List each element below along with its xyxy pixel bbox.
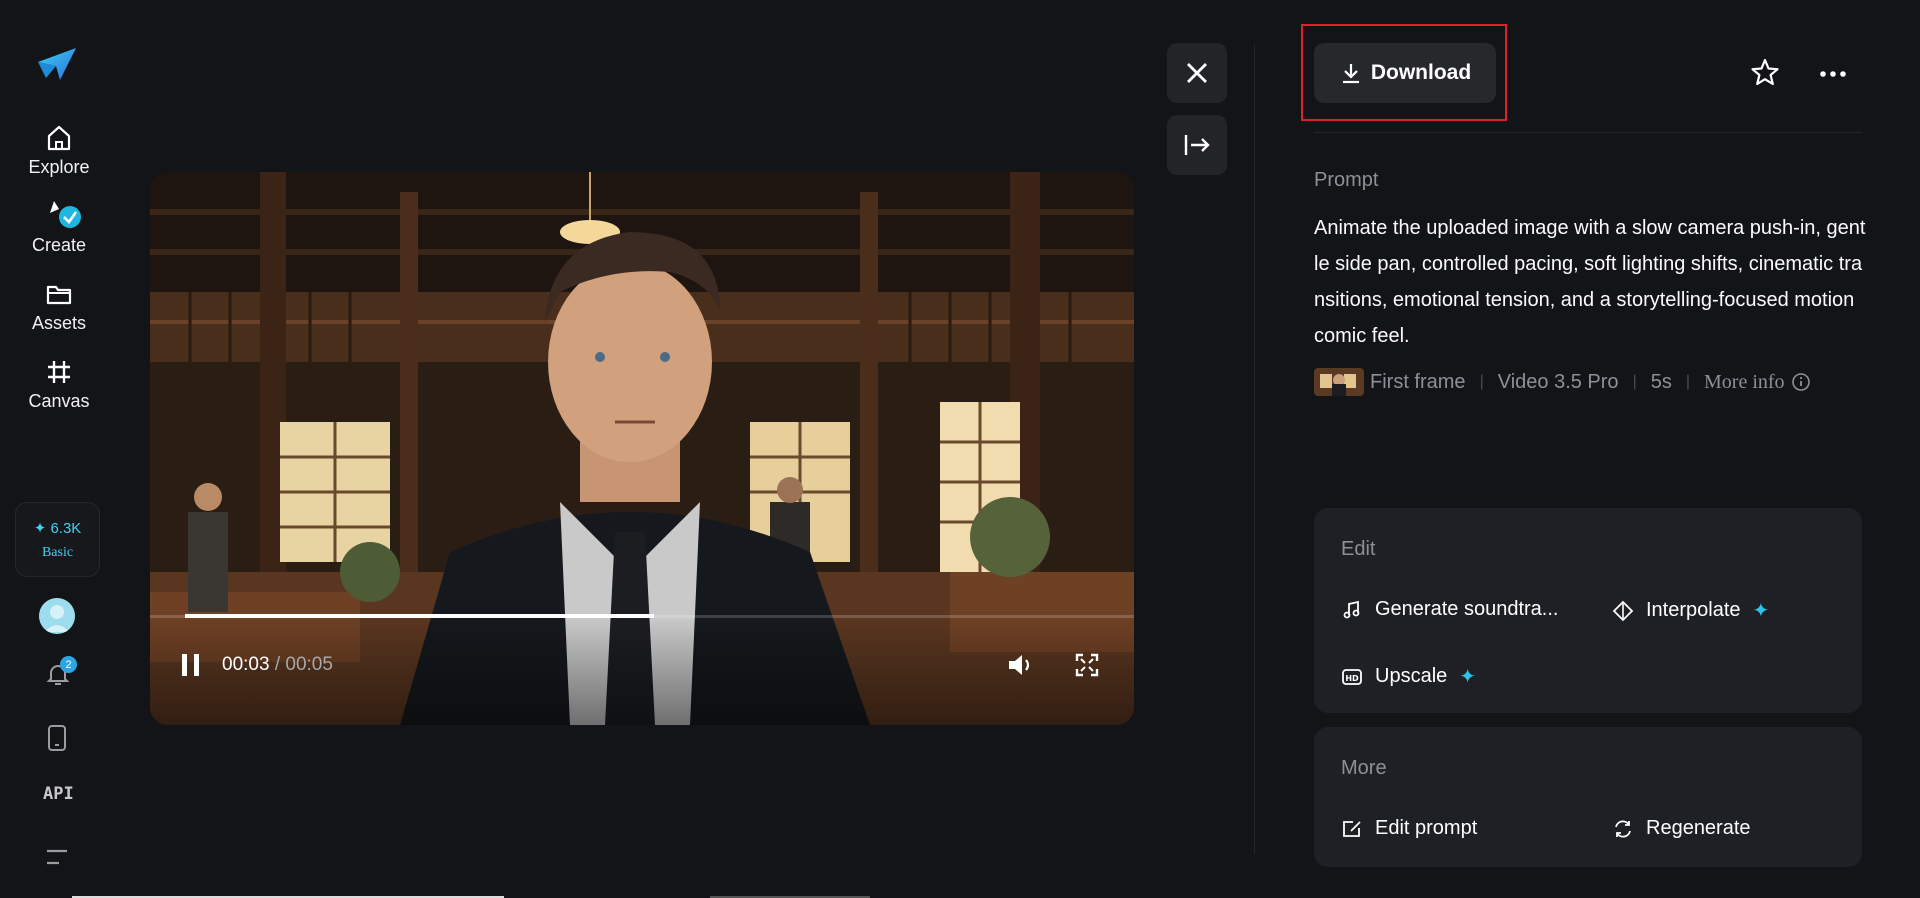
nav-create[interactable]: Create [14, 190, 104, 256]
sparkle-icon: ✦ [1752, 600, 1770, 622]
edit-prompt-label: Edit prompt [1375, 817, 1478, 839]
generation-meta: First frame | Video 3.5 Pro | 5s | More … [1314, 367, 1811, 397]
svg-text:HD: HD [1345, 674, 1359, 683]
hd-icon: HD [1342, 668, 1362, 685]
nav-assets[interactable]: Assets [14, 268, 104, 334]
generate-soundtrack-label: Generate soundtra... [1375, 598, 1559, 620]
more-card: More Edit prompt Regenerate [1314, 727, 1862, 867]
more-options-button[interactable] [1816, 60, 1850, 88]
create-icon [44, 201, 81, 231]
nav-create-label: Create [31, 235, 87, 255]
meta-separator: | [1479, 373, 1484, 390]
more-info-link[interactable]: More info [1704, 371, 1811, 394]
close-icon [1187, 63, 1207, 83]
highlight-box [1301, 24, 1507, 121]
arrow-right-to-line-icon [1184, 135, 1210, 155]
time-separator: / [269, 654, 286, 675]
prompt-text: Animate the uploaded image with a slow c… [1314, 217, 1866, 347]
menu-icon[interactable] [45, 848, 69, 866]
ellipsis-icon [1820, 71, 1846, 77]
meta-model: Video 3.5 Pro [1497, 370, 1619, 393]
upscale-button[interactable]: HD Upscale ✦ [1341, 664, 1476, 689]
music-note-icon [1343, 600, 1360, 618]
edit-prompt-button[interactable]: Edit prompt [1341, 817, 1477, 840]
edit-icon [1343, 820, 1361, 837]
progress-fill [185, 614, 654, 618]
nav-explore-label: Explore [28, 157, 90, 177]
meta-frame: First frame [1370, 370, 1466, 393]
edit-title: Edit [1341, 538, 1376, 560]
upscale-label: Upscale [1375, 665, 1448, 687]
regenerate-icon [1615, 820, 1631, 837]
volume-icon[interactable] [1006, 652, 1034, 678]
fullscreen-icon[interactable] [1075, 653, 1099, 677]
panel-divider [1254, 44, 1255, 854]
sparkle-icon: ✦ [1459, 666, 1477, 688]
nav-explore[interactable]: Explore [14, 112, 104, 178]
mobile-app-icon[interactable] [45, 724, 69, 752]
first-frame-thumbnail[interactable] [1314, 368, 1364, 396]
favorite-button[interactable] [1748, 56, 1782, 90]
interpolate-button[interactable]: Interpolate ✦ [1612, 598, 1769, 623]
home-icon [44, 123, 74, 153]
interpolate-label: Interpolate [1646, 599, 1741, 621]
nav-canvas[interactable]: Canvas [14, 346, 104, 412]
sidebar: Explore Create Assets Canvas ✦ 6.3K Basi… [0, 0, 118, 898]
generate-soundtrack-button[interactable]: Generate soundtra... [1341, 598, 1558, 621]
edit-card: Edit Generate soundtra... Interpolate ✦ … [1314, 508, 1862, 713]
total-time: 00:05 [285, 654, 333, 675]
avatar[interactable] [39, 598, 75, 634]
more-title: More [1341, 757, 1387, 779]
meta-separator: | [1685, 373, 1690, 390]
info-icon [1791, 373, 1810, 391]
regenerate-label: Regenerate [1646, 817, 1751, 839]
api-link[interactable]: API [43, 784, 74, 804]
credits-badge[interactable]: ✦ 6.3K Basic [15, 502, 100, 577]
collapse-panel-button[interactable] [1167, 115, 1227, 175]
plan-label: Basic [41, 544, 74, 560]
nav-assets-label: Assets [31, 313, 87, 333]
meta-separator: | [1632, 373, 1637, 390]
regenerate-button[interactable]: Regenerate [1612, 817, 1751, 840]
notification-count-badge: 2 [60, 656, 77, 673]
video-player[interactable]: 00:03 / 00:05 [150, 172, 1134, 725]
pause-icon[interactable] [180, 652, 202, 678]
current-time: 00:03 [222, 654, 270, 675]
video-time: 00:03 / 00:05 [222, 654, 333, 676]
header-divider [1314, 132, 1862, 133]
folder-icon [44, 279, 74, 309]
nav-canvas-label: Canvas [28, 391, 90, 411]
prompt-label: Prompt [1314, 169, 1379, 191]
star-icon [1751, 58, 1779, 86]
meta-duration: 5s [1650, 370, 1672, 393]
credits-amount: ✦ 6.3K [33, 519, 82, 537]
canvas-icon [44, 357, 74, 387]
more-info-label: More info [1704, 370, 1785, 393]
close-button[interactable] [1167, 43, 1227, 103]
interpolate-icon [1612, 600, 1634, 621]
app-logo[interactable] [34, 40, 80, 86]
